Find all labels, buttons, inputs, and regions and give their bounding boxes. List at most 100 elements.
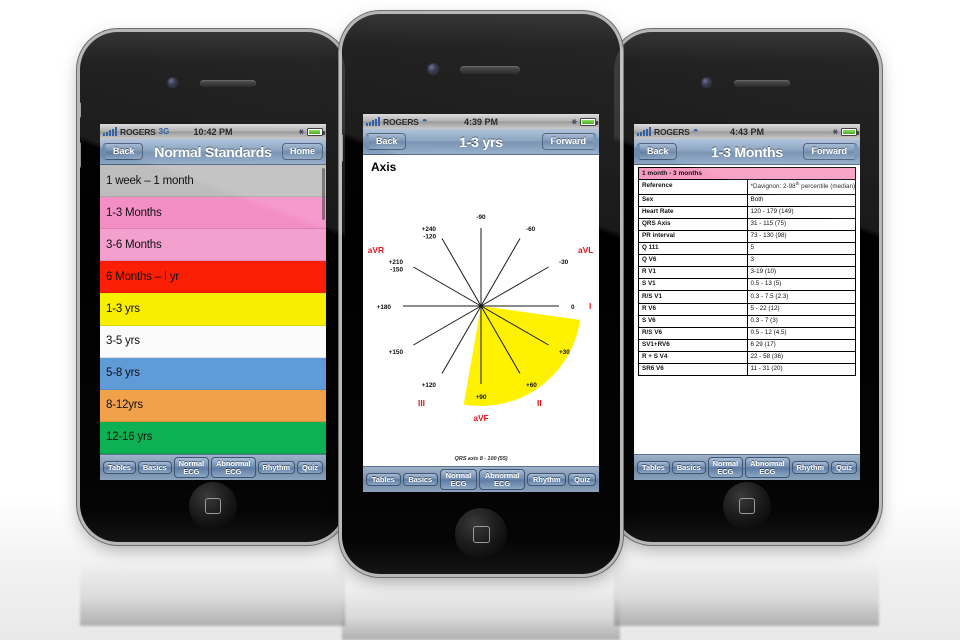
- toolbar-button-basics[interactable]: Basics: [137, 460, 172, 475]
- list-item[interactable]: 1-3 yrs: [100, 293, 326, 326]
- home-button-hardware[interactable]: [722, 482, 771, 530]
- table-cell-label: R/S V6: [638, 326, 748, 340]
- list-item[interactable]: 5-8 yrs: [100, 357, 326, 390]
- toolbar-button-quiz[interactable]: Quiz: [568, 472, 596, 487]
- table-cell-value: 0.5 - 12 (4.5): [746, 326, 856, 340]
- table-cell-label: Reference: [638, 179, 748, 195]
- list-item[interactable]: 3-5 yrs: [100, 325, 326, 358]
- table-cell-label: SV1+RV6: [638, 338, 748, 352]
- toolbar-button-normal-ecg[interactable]: Normal ECG: [439, 468, 478, 491]
- home-button[interactable]: Home: [281, 143, 323, 160]
- toolbar-button-quiz[interactable]: Quiz: [831, 460, 858, 475]
- table-cell-value: 0.5 - 13 (5): [746, 278, 856, 292]
- age-group-list[interactable]: 1 week – 1 month 1-3 Months 3-6 Months 6 Mo…: [100, 165, 326, 454]
- table-cell-value: 120 - 179 (149): [746, 205, 856, 219]
- list-item-label: 1-3 Months: [106, 206, 162, 219]
- toolbar-button-rhythm[interactable]: Rhythm: [527, 472, 567, 487]
- back-button[interactable]: Back: [637, 143, 677, 160]
- toolbar-button-tables[interactable]: Tables: [637, 460, 670, 475]
- toolbar-button-normal-ecg[interactable]: Normal ECG: [707, 456, 744, 479]
- phone-left: ROGERS 3G 10:42 PM ⚹ Back Normal Standar…: [80, 32, 345, 542]
- list-item[interactable]: 12-16 yrs: [100, 421, 326, 454]
- list-item[interactable]: 1-3 Months: [100, 197, 326, 230]
- axis-spoke: [441, 238, 482, 307]
- scrollbar[interactable]: [322, 168, 325, 220]
- toolbar-button-basics[interactable]: Basics: [671, 460, 706, 475]
- home-square-icon: [204, 498, 221, 514]
- table-row: Q V6 3: [638, 254, 856, 268]
- table-cell-label: Q 111: [638, 241, 748, 256]
- table-row: S V6 0.3 - 7 (3): [638, 314, 856, 328]
- table-cell-value: 0.3 - 7 (3): [746, 314, 856, 328]
- list-item[interactable]: 8-12yrs: [100, 389, 326, 422]
- hexaxial-reference-svg: -90 -60 -30 0 +30 +60 +90 +120 +150 +180 +210 -150 +…: [368, 214, 594, 423]
- axis-degree-label: +240 -120: [422, 226, 437, 241]
- toolbar-button-quiz[interactable]: Quiz: [297, 460, 324, 475]
- table-header-label: 1 month - 3 months: [638, 166, 856, 181]
- table-cell-value: 5: [746, 241, 856, 256]
- list-item[interactable]: 3-6 Months: [100, 229, 326, 262]
- home-button-hardware[interactable]: [188, 482, 237, 530]
- table-cell-label: R V1: [638, 266, 748, 280]
- front-camera-icon: [428, 64, 438, 74]
- home-button-hardware[interactable]: [455, 508, 507, 560]
- battery-icon: [307, 127, 325, 136]
- list-item[interactable]: 6 Months – I yr: [100, 261, 326, 294]
- toolbar-button-rhythm[interactable]: Rhythm: [791, 460, 830, 475]
- table-row: QRS Axis 31 - 115 (75): [638, 217, 856, 231]
- list-item-label: 1 week – 1 month: [106, 174, 194, 187]
- toolbar-button-normal-ecg[interactable]: Normal ECG: [173, 456, 210, 479]
- back-button[interactable]: Back: [103, 143, 143, 160]
- lead-label-avf: aVF: [473, 413, 488, 423]
- toolbar-button-tables[interactable]: Tables: [366, 472, 401, 487]
- list-item[interactable]: 1 week – 1 month: [100, 165, 326, 198]
- axis-degree-label: -60: [526, 226, 536, 233]
- content-area: Axis -90 -60 -30 0 +30 +60 +90 +120 +150 +180 +210…: [363, 155, 599, 466]
- axis-degree-label: +30: [559, 349, 570, 356]
- table-row: R V6 5 - 22 (12): [638, 302, 856, 316]
- list-item-label: 1-3 yrs: [106, 302, 140, 315]
- axis-degree-label: 0: [571, 304, 575, 311]
- front-camera-icon: [168, 78, 177, 87]
- table-cell-value: 3: [746, 254, 856, 268]
- back-button[interactable]: Back: [366, 133, 406, 150]
- bottom-toolbar[interactable]: Tables Basics Normal ECG Abnormal ECG Rhythm…: [100, 454, 326, 480]
- reflection-center: [342, 576, 620, 640]
- list-item-label: 6 Months – I yr: [106, 270, 180, 283]
- table-scroll-area[interactable]: 1 month - 3 months Reference *Davignon: 2-…: [634, 165, 860, 454]
- table-cell-value: 31 - 115 (75): [746, 217, 856, 231]
- toolbar-button-abnormal-ecg[interactable]: Abnormal ECG: [211, 456, 256, 479]
- volume-button[interactable]: [342, 134, 343, 162]
- table-row: R/S V1 0.3 - 7.5 (2.3): [638, 290, 856, 304]
- list-item-label: 8-12yrs: [106, 399, 143, 412]
- toolbar-button-basics[interactable]: Basics: [402, 472, 438, 487]
- table-cell-value: 5 - 22 (12): [746, 302, 856, 316]
- table-row: Heart Rate 120 - 179 (149): [638, 205, 856, 219]
- toolbar-button-tables[interactable]: Tables: [103, 460, 136, 475]
- lead-label-avr: aVR: [368, 245, 384, 255]
- table-cell-label: R V6: [638, 302, 748, 316]
- axis-diagram: -90 -60 -30 0 +30 +60 +90 +120 +150 +180 +210 -150 +…: [363, 174, 599, 465]
- toolbar-button-abnormal-ecg[interactable]: Abnormal ECG: [745, 456, 790, 479]
- mute-switch[interactable]: [80, 102, 81, 118]
- lead-label-iii: III: [418, 398, 425, 408]
- table-row: Sex Both: [638, 193, 856, 207]
- phone-right: ROGERS ◓ 4:43 PM ⚹ Back 1-3 Months Forwa…: [614, 32, 879, 542]
- bottom-toolbar[interactable]: Tables Basics Normal ECG Abnormal ECG Rhythm…: [634, 454, 860, 480]
- volume-button[interactable]: [80, 142, 81, 168]
- lead-label-avl: aVL: [578, 245, 593, 255]
- table-cell-label: Sex: [638, 193, 748, 207]
- axis-degree-label: -90: [476, 214, 486, 221]
- earpiece-speaker: [734, 80, 790, 87]
- forward-button[interactable]: Forward: [542, 133, 596, 150]
- table-row: Reference *Davignon: 2-98th percentile (m…: [638, 179, 856, 195]
- axis-degree-label: +180: [377, 304, 392, 311]
- toolbar-button-abnormal-ecg[interactable]: Abnormal ECG: [479, 468, 526, 491]
- table-row: R + S V4 22 - 58 (36): [638, 350, 856, 365]
- bottom-toolbar[interactable]: Tables Basics Normal ECG Abnormal ECG Rhythm…: [363, 466, 599, 492]
- axis-degree-label: +210 -150: [389, 259, 404, 274]
- forward-button[interactable]: Forward: [803, 143, 857, 160]
- toolbar-button-rhythm[interactable]: Rhythm: [257, 460, 296, 475]
- navigation-bar: Back 1-3 Months Forward: [634, 139, 860, 165]
- content-area: 1 month - 3 months Reference *Davignon: 2-…: [634, 165, 860, 454]
